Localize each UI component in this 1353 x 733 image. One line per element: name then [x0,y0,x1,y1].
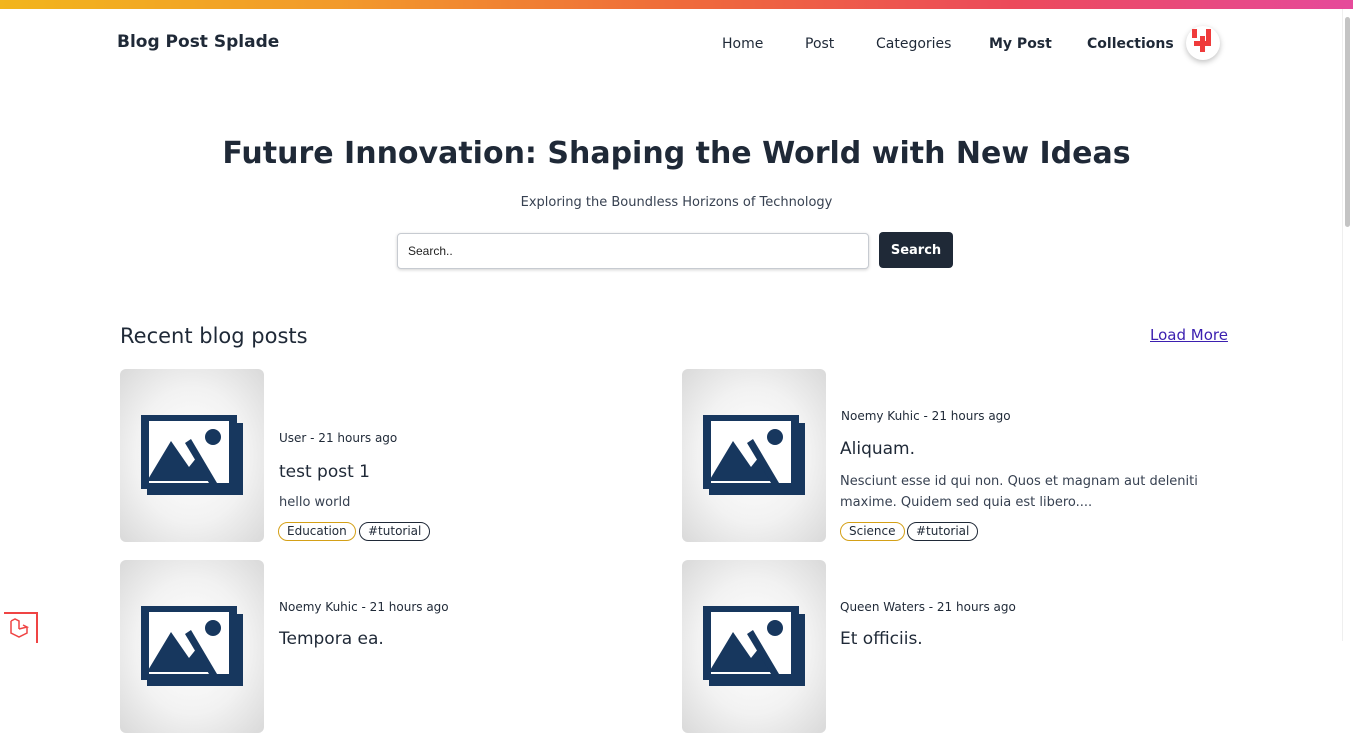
nav-post[interactable]: Post [805,36,834,52]
nav-categories[interactable]: Categories [876,36,951,52]
post-meta: Noemy Kuhic - 21 hours ago [279,600,449,614]
post-thumbnail[interactable] [682,560,826,733]
laravel-small-icon [10,618,30,638]
top-gradient-bar [0,0,1353,9]
post-meta: Noemy Kuhic - 21 hours ago [841,409,1011,423]
post-meta: Queen Waters - 21 hours ago [840,600,1016,614]
nav-home[interactable]: Home [722,36,763,52]
hero-title: Future Innovation: Shaping the World wit… [222,136,1131,171]
search-button[interactable]: Search [879,232,953,268]
laravel-corner-icon[interactable] [4,612,38,643]
image-placeholder-icon [141,415,243,495]
post-excerpt: hello world [279,495,351,510]
post-title[interactable]: test post 1 [279,462,370,482]
tag-badge[interactable]: #tutorial [907,522,979,541]
tag-badge[interactable]: #tutorial [359,522,431,541]
image-placeholder-icon [703,415,805,495]
category-badge[interactable]: Science [840,522,905,541]
post-thumbnail[interactable] [682,369,826,542]
post-excerpt: Nesciunt esse id qui non. Quos et magnam… [840,474,1198,510]
post-thumbnail[interactable] [120,560,264,733]
scrollbar[interactable] [1342,9,1353,641]
nav-my-post[interactable]: My Post [989,36,1052,52]
post-title[interactable]: Et officiis. [840,629,923,649]
post-title[interactable]: Tempora ea. [279,629,384,649]
search-input[interactable] [397,233,869,269]
post-title[interactable]: Aliquam. [840,439,915,459]
post-meta: User - 21 hours ago [279,431,398,445]
post-thumbnail[interactable] [120,369,264,542]
hero-subtitle: Exploring the Boundless Horizons of Tech… [520,195,833,210]
category-badge[interactable]: Education [278,522,356,541]
user-avatar[interactable] [1186,26,1220,60]
load-more-link[interactable]: Load More [1150,326,1228,344]
nav-collections[interactable]: Collections [1087,36,1174,52]
image-placeholder-icon [141,606,243,686]
recent-posts-heading: Recent blog posts [120,324,308,348]
image-placeholder-icon [703,606,805,686]
laravel-logo-icon [1192,29,1211,52]
brand-title[interactable]: Blog Post Splade [117,32,279,52]
